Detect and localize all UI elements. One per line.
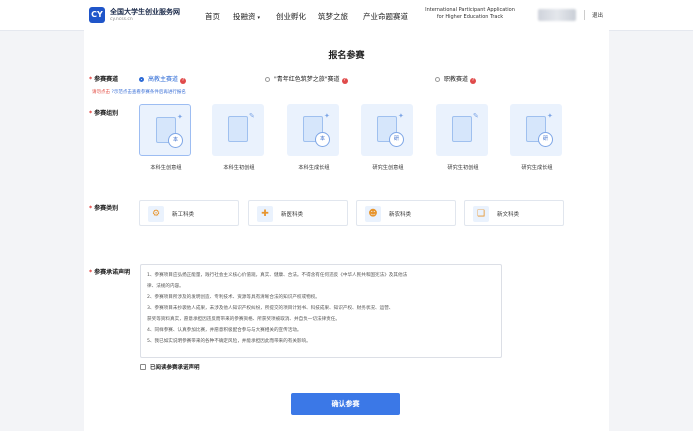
pledge-line: 3、参赛项目未抄袭他人成果，未涉及他人知识产权纠纷，所提交的项目计划书、科技成果… [147, 306, 394, 311]
radio-icon [435, 77, 440, 82]
group-label-text: 研究生初创组 [447, 165, 479, 171]
track-option-vocational[interactable]: 职教赛道? [435, 74, 477, 84]
user-name-blurred[interactable] [538, 9, 576, 21]
checkbox-icon [140, 364, 146, 370]
help-icon[interactable]: ? [341, 78, 348, 84]
category-agriculture[interactable]: ☻ 新农科类 [356, 200, 456, 226]
help-icon[interactable]: ? [180, 78, 187, 84]
nav-investment[interactable]: 投融资 ▾ [233, 11, 260, 22]
intl-application-link[interactable]: International Participant Application fo… [420, 7, 520, 21]
track-hint[interactable]: 请勿点击 ?示范点击查看参赛条件后再进行报名 [92, 89, 186, 95]
group-label-text: 本科生成长组 [298, 165, 330, 171]
intl-line1: International Participant Application [425, 7, 515, 13]
document-badge-icon: 本 ✦ [139, 104, 191, 156]
gear-robot-icon: ⚙ [148, 206, 164, 222]
intl-line2: for Higher Education Track [436, 14, 504, 20]
category-label-text: 新文科类 [497, 212, 520, 218]
category-medical[interactable]: ✚ 新医科类 [248, 200, 348, 226]
document-chart-icon: 研 ✦ [510, 104, 562, 156]
top-navbar: CY 全国大学生创业服务网 cy.ncss.cn 首页 投融资 ▾ 创业孵化 筑梦… [0, 0, 693, 31]
category-label-text: 新医科类 [281, 212, 304, 218]
divider [584, 10, 585, 20]
track-option-higher-ed[interactable]: 高教主赛道? [139, 74, 187, 84]
logout-link[interactable]: 退出 [592, 11, 603, 19]
farmer-icon: ☻ [365, 206, 381, 222]
pledge-line: 2、参赛项目所涉及的发明创造、专利技术、资源等具有清晰合法的知识产权或物权。 [147, 295, 320, 300]
agree-checkbox[interactable]: 已阅读参赛承诺声明 [140, 363, 200, 371]
medical-kit-icon: ✚ [257, 206, 273, 222]
group-label-text: 研究生成长组 [521, 165, 553, 171]
radio-icon [265, 77, 270, 82]
track-option-red-dream[interactable]: "青年红色筑梦之旅"赛道? [265, 74, 348, 84]
document-pen-icon: ✎ [436, 104, 488, 156]
group-grad-growth[interactable]: 研 ✦ 研究生成长组 [510, 104, 564, 171]
category-label-text: 新工科类 [172, 212, 195, 218]
pledge-line: 1、参赛项目应弘扬正能量，践行社会主义核心价值观，真实、健康、合法。不得含有任何… [147, 273, 408, 278]
group-label-text: 研究生创意组 [372, 165, 404, 171]
pledge-label: * 参赛承诺声明 [89, 269, 131, 276]
category-label-text: 新农科类 [389, 212, 412, 218]
track-label: * 参赛赛道 [89, 76, 119, 83]
radio-checked-icon [139, 77, 144, 82]
page-title: 报名参赛 [328, 51, 365, 61]
group-undergrad-growth[interactable]: 本 ✦ 本科生成长组 [287, 104, 341, 171]
category-engineering[interactable]: ⚙ 新工科类 [139, 200, 239, 226]
category-liberal-arts[interactable]: ❑ 新文科类 [464, 200, 564, 226]
document-chart-icon: 本 ✦ [287, 104, 339, 156]
confirm-submit-button[interactable]: 确认参赛 [291, 393, 400, 415]
pledge-line: 律、法规的内容。 [147, 284, 184, 289]
document-pen-icon: ✎ [212, 104, 264, 156]
site-title[interactable]: 全国大学生创业服务网 [110, 7, 180, 17]
site-url: cy.ncss.cn [110, 17, 133, 22]
pledge-line: 4、同样参赛、认真参加比赛，并愿意积极配合参与与大赛相关的宣传活动。 [147, 328, 302, 333]
group-label-text: 本科生初创组 [223, 165, 255, 171]
book-icon: ❑ [473, 206, 489, 222]
site-logo-icon[interactable]: CY [89, 7, 105, 23]
group-undergrad-startup[interactable]: ✎ 本科生初创组 [212, 104, 266, 171]
group-label: * 参赛组别 [89, 110, 119, 117]
help-icon[interactable]: ? [470, 78, 477, 84]
group-grad-startup[interactable]: ✎ 研究生初创组 [436, 104, 490, 171]
category-label: * 参赛类别 [89, 205, 119, 212]
group-undergrad-creative[interactable]: 本 ✦ 本科生创意组 [139, 104, 193, 171]
nav-industry-track[interactable]: 产业命题赛道 [363, 11, 408, 22]
nav-incubation[interactable]: 创业孵化 [276, 11, 306, 22]
nav-home[interactable]: 首页 [205, 11, 220, 22]
document-badge-icon: 研 ✦ [361, 104, 413, 156]
pledge-line: 获奖等资料真实，愿意承担因违反而带来的参赛资格、所获奖项被取消、并自负一切法律责… [147, 317, 340, 322]
group-label-text: 本科生创意组 [150, 165, 182, 171]
pledge-line: 5、我已如实说明参赛带来的各种不确定风险，并能承担因此而带来的有关影响。 [147, 339, 311, 344]
nav-dream-journey[interactable]: 筑梦之旅 [318, 11, 348, 22]
group-grad-creative[interactable]: 研 ✦ 研究生创意组 [361, 104, 415, 171]
chevron-down-icon: ▾ [257, 15, 261, 21]
pledge-textbox[interactable]: 1、参赛项目应弘扬正能量，践行社会主义核心价值观，真实、健康、合法。不得含有任何… [140, 264, 502, 358]
